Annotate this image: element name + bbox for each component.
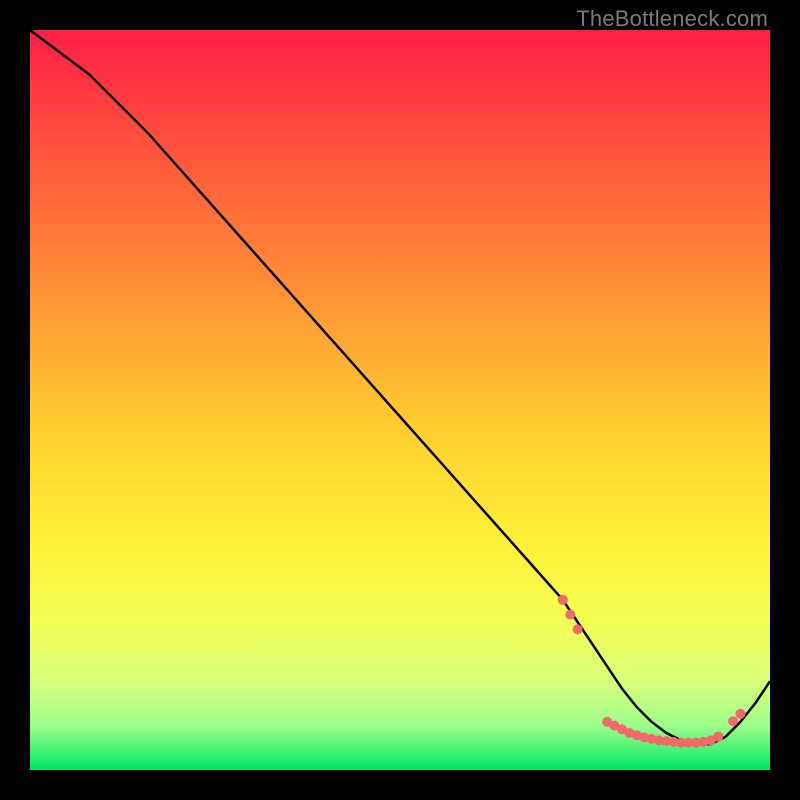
data-point — [558, 595, 568, 605]
data-point — [735, 709, 745, 719]
watermark-text: TheBottleneck.com — [576, 6, 768, 32]
gradient-background — [30, 30, 770, 770]
data-point — [565, 610, 575, 620]
data-point — [728, 716, 738, 726]
bottleneck-chart — [30, 30, 770, 770]
data-point — [573, 624, 583, 634]
data-point — [713, 732, 723, 742]
chart-frame — [30, 30, 770, 770]
